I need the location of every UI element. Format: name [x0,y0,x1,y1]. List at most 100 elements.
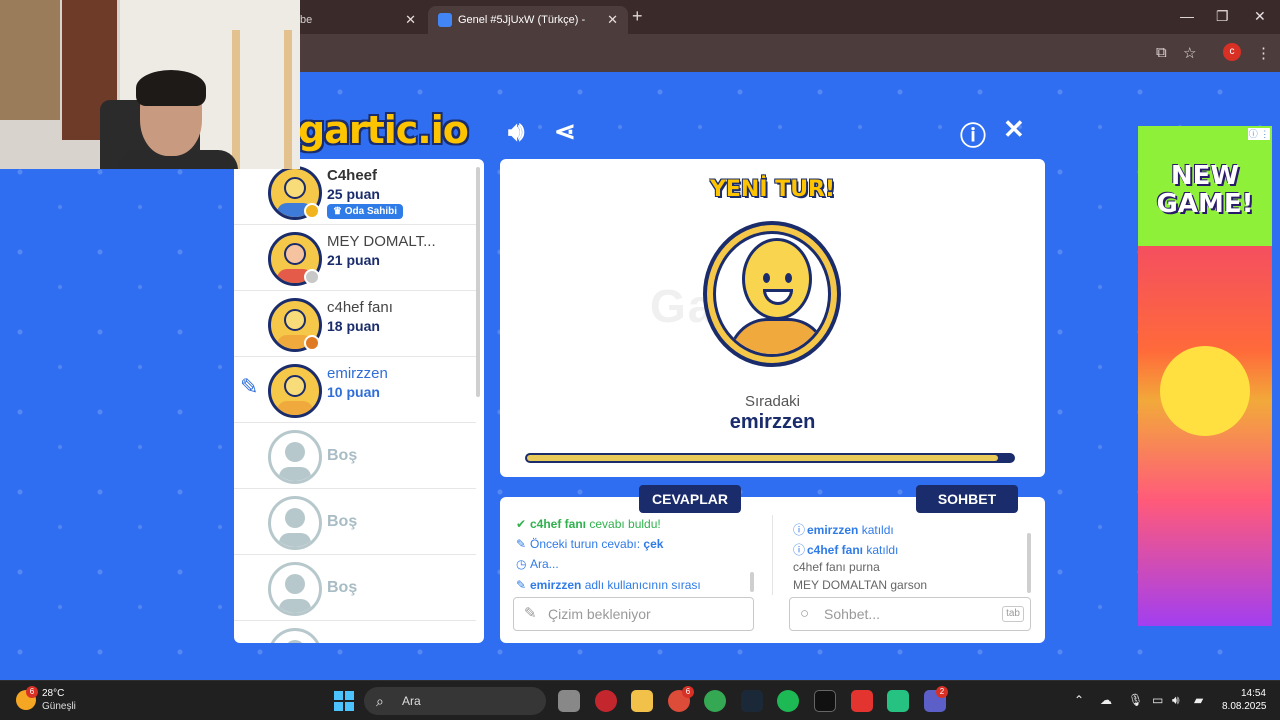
answer-input[interactable]: ✎ Çizim bekleniyor [513,597,754,631]
clock-time: 14:54 [1240,688,1266,699]
maximize-button[interactable]: ❐ [1216,8,1229,25]
system-clock[interactable]: 14:54 8.08.2025 [1222,687,1267,713]
round-title: YENİ TUR! [709,177,836,202]
volume-icon[interactable]: 🔊︎ [1172,693,1180,708]
browser-tab-active[interactable]: Genel #5JjUxW (Türkçe) - G ✕ [428,6,628,34]
install-app-icon[interactable]: ⧉ [1156,44,1167,61]
share-icon[interactable]: ⋖ [554,116,576,147]
taskbar-search[interactable]: ⌕ Ara [364,687,546,715]
task-view-icon[interactable] [558,690,580,712]
answer-message: ✎ emirzzen adlı kullanıcının sırası [516,578,701,592]
answers-scrollbar[interactable] [750,572,754,592]
chat-message: ⓘ c4hef fanı katıldı [793,541,898,558]
pencil-icon: ✎ [516,578,527,592]
tab-title: be [300,14,313,26]
empty-avatar-icon [268,496,322,550]
profile-avatar[interactable]: c [1223,43,1241,61]
chrome-badge: 6 [682,686,694,698]
message-text: purna [845,560,880,574]
chat-bubble-icon: ○ [800,605,810,622]
app-green-icon[interactable] [887,690,909,712]
message-user: MEY DOMALTAN [793,578,888,592]
browser-menu-icon[interactable]: ⋮ [1256,44,1271,62]
ad-line1: NEW [1170,161,1240,191]
message-text: garson [887,578,928,592]
info-icon: ⓘ [793,523,806,537]
status-dot [304,203,320,219]
weather-temp[interactable]: 28°C [42,688,64,699]
round-timer-bar [525,453,1015,463]
empty-avatar-icon [268,562,322,616]
previous-answer: çek [643,537,664,551]
display-icon[interactable]: ▭ [1152,693,1163,707]
player-avatar [268,364,322,418]
players-scrollbar[interactable] [476,167,480,397]
clock-icon: ◷ [516,557,527,571]
check-icon: ✔ [516,517,527,531]
new-tab-button[interactable]: + [632,6,643,27]
close-room-icon[interactable]: ✕ [1003,114,1025,145]
app-red-icon[interactable] [851,690,873,712]
player-name: c4hef fanı [327,299,393,316]
gartic-logo: gartic.io [298,108,469,152]
player-name: C4heef [327,167,378,184]
answer-placeholder: Çizim bekleniyor [548,606,651,622]
info-icon: ⓘ [793,543,806,557]
sound-icon[interactable]: 🔊︎ [508,116,524,148]
player-row-drawing[interactable]: emirzzen 10 puan [234,357,476,423]
info-icon[interactable]: ⓘ [960,116,986,153]
empty-slot: Boş [234,423,476,489]
chat-tab[interactable]: SOHBET [916,485,1018,513]
epic-games-icon[interactable] [814,690,836,712]
bookmark-star-icon[interactable]: ☆ [1183,44,1196,62]
chat-message: MEY DOMALTAN garson [793,578,927,592]
weather-condition[interactable]: Güneşli [42,701,76,712]
weather-badge: 6 [26,686,38,698]
close-tab-icon[interactable]: ✕ [405,12,416,28]
player-row[interactable]: c4hef fanı 18 puan [234,291,476,357]
empty-slot: Boş [234,555,476,621]
player-points: 25 puan [327,186,380,202]
answers-chat-panel: CEVAPLAR SOHBET ✔ c4hef fanı cevabı buldu… [500,485,1045,643]
chat-input[interactable]: ○ Sohbet... tab [789,597,1031,631]
message-text: cevabı buldu! [586,517,661,531]
empty-slot-label: Boş [327,513,358,530]
player-row[interactable]: MEY DOMALT... 21 puan [234,225,476,291]
answers-tab[interactable]: CEVAPLAR [639,485,741,513]
browser-tab-inactive[interactable]: be ✕ [290,6,426,34]
start-button[interactable] [334,691,354,711]
empty-slot-partial [234,621,476,643]
tray-app-icon[interactable]: ☁ [1100,693,1112,707]
minimize-button[interactable]: — [1180,8,1194,24]
gartic-favicon-icon [438,13,452,27]
message-text: adlı kullanıcının sırası [581,578,701,592]
message-user: c4hef fanı [530,517,587,531]
chrome-profile-icon[interactable] [704,690,726,712]
spotify-icon[interactable] [777,690,799,712]
microphone-icon[interactable]: 🎙︎ [1128,693,1143,707]
empty-slot-label: Boş [327,579,358,596]
round-timer-fill [527,455,999,461]
chat-scrollbar[interactable] [1027,533,1031,593]
advertisement[interactable]: NEW GAME! ⓘ ⋮ [1138,126,1272,626]
player-points: 21 puan [327,252,380,268]
player-name: MEY DOMALT... [327,233,436,250]
next-player-name: emirzzen [729,411,816,433]
battery-icon[interactable]: ▰ [1194,693,1203,707]
opera-icon[interactable] [595,690,617,712]
tray-chevron-icon[interactable]: ⌃ [1074,693,1084,707]
panel-divider [772,515,773,595]
players-list: C4heef 25 puan ♛ Oda Sahibi MEY DOMALT..… [234,159,484,643]
next-player-avatar [703,221,841,367]
status-dot [304,269,320,285]
steam-icon[interactable] [741,690,763,712]
ad-choices-icon[interactable]: ⓘ ⋮ [1248,128,1270,140]
tab-title: Genel #5JjUxW (Türkçe) - G [458,14,588,26]
close-window-button[interactable]: ✕ [1254,8,1266,25]
game-canvas-panel: Gartic YENİ TUR! Sıradaki emirzzen [500,159,1045,477]
message-user: c4hef fanı [793,560,846,574]
search-label: Ara [402,694,421,708]
drawing-pencil-icon: ✎ [240,374,259,399]
file-explorer-icon[interactable] [631,690,653,712]
close-tab-icon[interactable]: ✕ [607,12,618,28]
